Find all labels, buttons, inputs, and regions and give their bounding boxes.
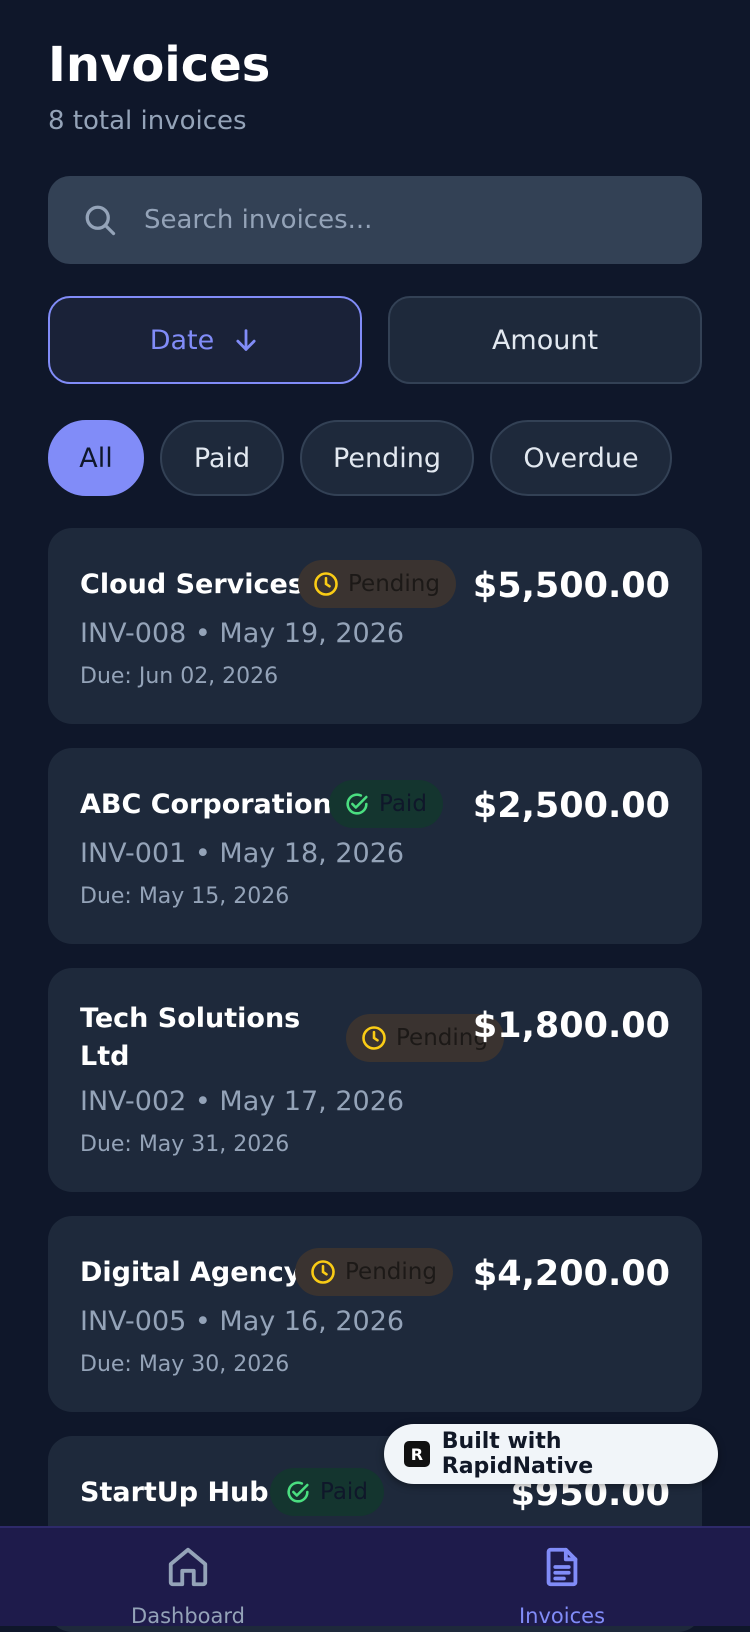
check-circle-icon <box>346 793 368 815</box>
invoice-meta: INV-005 • May 16, 2026 <box>80 1306 405 1337</box>
status-label: Paid <box>320 1479 368 1505</box>
filter-paid-chip[interactable]: Paid <box>160 420 284 496</box>
client-name: StartUp Hub <box>80 1477 269 1508</box>
invoice-due-date: Due: May 31, 2026 <box>80 1132 290 1157</box>
search-bar[interactable] <box>48 176 702 264</box>
status-label: Pending <box>345 1259 437 1285</box>
rapidnative-logo-icon: R <box>404 1441 430 1467</box>
status-badge: Pending <box>295 1248 453 1296</box>
built-with-label: Built with RapidNative <box>441 1429 594 1479</box>
built-with-badge[interactable]: R Built with RapidNative <box>384 1424 718 1484</box>
filter-pending-chip[interactable]: Pending <box>300 420 474 496</box>
invoice-card[interactable]: Tech Solutions Ltd Pending $1,800.00 INV… <box>48 968 702 1192</box>
status-label: Paid <box>379 791 427 817</box>
clock-icon <box>314 572 338 596</box>
client-name: Tech Solutions Ltd <box>80 1003 301 1072</box>
tab-invoices[interactable]: Invoices <box>462 1528 662 1626</box>
client-name: Digital Agency <box>80 1257 302 1288</box>
invoice-card[interactable]: ABC Corporation Paid $2,500.00 INV-001 •… <box>48 748 702 944</box>
status-label: Pending <box>348 571 440 597</box>
sort-date-label: Date <box>149 324 215 356</box>
status-badge: Pending <box>298 560 456 608</box>
invoice-amount: $1,800.00 <box>472 1006 670 1046</box>
tab-invoices-label: Invoices <box>518 1604 606 1626</box>
invoice-amount: $2,500.00 <box>472 786 670 826</box>
tab-dashboard[interactable]: Dashboard <box>88 1528 288 1626</box>
client-name: ABC Corporation <box>80 789 332 820</box>
tab-dashboard-label: Dashboard <box>131 1604 245 1626</box>
invoice-meta: INV-008 • May 19, 2026 <box>80 618 405 649</box>
invoice-card[interactable]: Digital Agency Pending $4,200.00 INV-005… <box>48 1216 702 1412</box>
status-badge: Paid <box>270 1468 384 1516</box>
invoice-amount: $5,500.00 <box>472 566 670 606</box>
invoice-amount: $4,200.00 <box>472 1254 670 1294</box>
search-icon <box>85 205 116 236</box>
invoice-due-date: Due: May 30, 2026 <box>80 1352 290 1377</box>
filter-overdue-chip[interactable]: Overdue <box>490 420 672 496</box>
search-input[interactable] <box>142 204 646 236</box>
arrow-down-icon <box>236 329 256 351</box>
sort-date-button[interactable]: Date <box>48 296 362 384</box>
page-header: Invoices 8 total invoices <box>48 36 270 136</box>
invoice-meta: INV-001 • May 18, 2026 <box>80 838 405 869</box>
client-name: Cloud Services <box>80 569 304 600</box>
bottom-tab-bar: Dashboard Invoices <box>0 1526 750 1626</box>
invoice-due-date: Due: May 15, 2026 <box>80 884 290 909</box>
invoice-count: 8 total invoices <box>48 106 247 136</box>
page-title: Invoices <box>48 37 271 93</box>
filter-all-chip[interactable]: All <box>48 420 144 496</box>
invoice-meta: INV-002 • May 17, 2026 <box>80 1086 405 1117</box>
clock-icon <box>311 1260 335 1284</box>
clock-icon <box>362 1026 386 1050</box>
sort-amount-label: Amount <box>491 324 599 356</box>
invoice-due-date: Due: Jun 02, 2026 <box>80 664 279 689</box>
invoice-card[interactable]: Cloud Services Pending $5,500.00 INV-008… <box>48 528 702 724</box>
sort-amount-button[interactable]: Amount <box>388 296 702 384</box>
document-icon <box>546 1547 578 1587</box>
home-icon <box>168 1547 208 1587</box>
check-circle-icon <box>287 1481 309 1503</box>
status-badge: Paid <box>329 780 443 828</box>
